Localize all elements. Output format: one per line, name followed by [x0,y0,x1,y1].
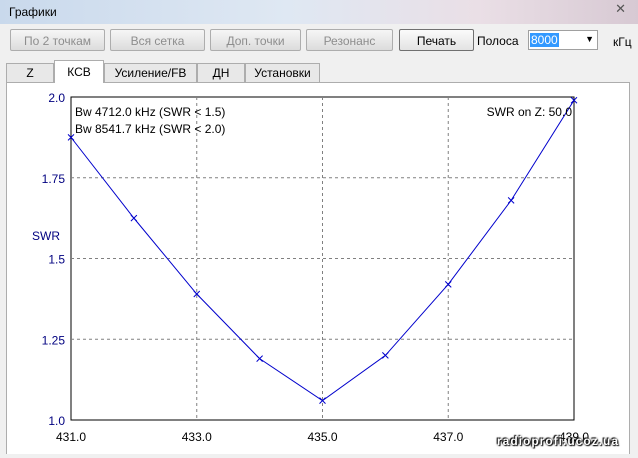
tab-swr[interactable]: КСВ [54,60,104,83]
tab-z[interactable]: Z [6,63,54,82]
data-point [130,214,138,222]
y-tick-label: 1.75 [42,172,66,186]
window-titlebar: Графики ✕ [0,0,638,24]
band-value[interactable]: 8000 [530,33,559,47]
x-tick-label: 437.0 [433,430,463,444]
x-tick-label: 433.0 [182,430,212,444]
y-tick-label: 2.0 [48,91,65,105]
toolbar: По 2 точкам Вся сетка Доп. точки Резонан… [0,24,638,58]
band-label: Полоса [477,34,519,48]
swr-chart: 431.0 433.0 435.0 437.0 439.01.01.251.51.752… [32,91,589,444]
bandwidth-annotation-2: Bw 8541.7 kHz (SWR < 2.0) [75,122,225,136]
data-point [507,197,515,204]
y-axis-label: SWR [32,229,60,243]
band-select[interactable]: 8000 ▼ [528,30,598,50]
y-tick-label: 1.0 [48,414,65,428]
data-point [382,352,389,359]
close-icon[interactable]: ✕ [615,1,626,17]
tab-bar: Z КСВ Усиление/FB ДН Установки [0,58,638,83]
data-point [256,355,263,362]
x-tick-label: 435.0 [307,430,337,444]
whole-grid-button[interactable]: Вся сетка [110,29,205,51]
chevron-down-icon[interactable]: ▼ [585,34,594,44]
y-tick-label: 1.5 [48,253,65,267]
band-unit: кГц [613,35,632,49]
two-points-button[interactable]: По 2 точкам [10,29,105,51]
watermark: radioprofi.ucoz.ua [497,434,620,448]
y-tick-label: 1.25 [42,333,66,347]
data-point [444,280,452,288]
tab-gain-fb[interactable]: Усиление/FB [104,63,197,82]
reference-impedance-annotation: SWR on Z: 50.0 [487,105,573,119]
extra-points-button[interactable]: Доп. точки [210,29,301,51]
tab-pattern[interactable]: ДН [197,63,245,82]
resonance-button[interactable]: Резонанс [306,29,393,51]
x-tick-label: 431.0 [56,430,86,444]
print-button[interactable]: Печать [399,29,474,51]
tab-settings[interactable]: Установки [245,63,320,82]
bandwidth-annotation-1: Bw 4712.0 kHz (SWR < 1.5) [75,105,225,119]
window-title: Графики [9,5,57,19]
chart-panel: 431.0 433.0 435.0 437.0 439.0 1.0 1.25 1.5 1.75 2… [6,82,630,454]
